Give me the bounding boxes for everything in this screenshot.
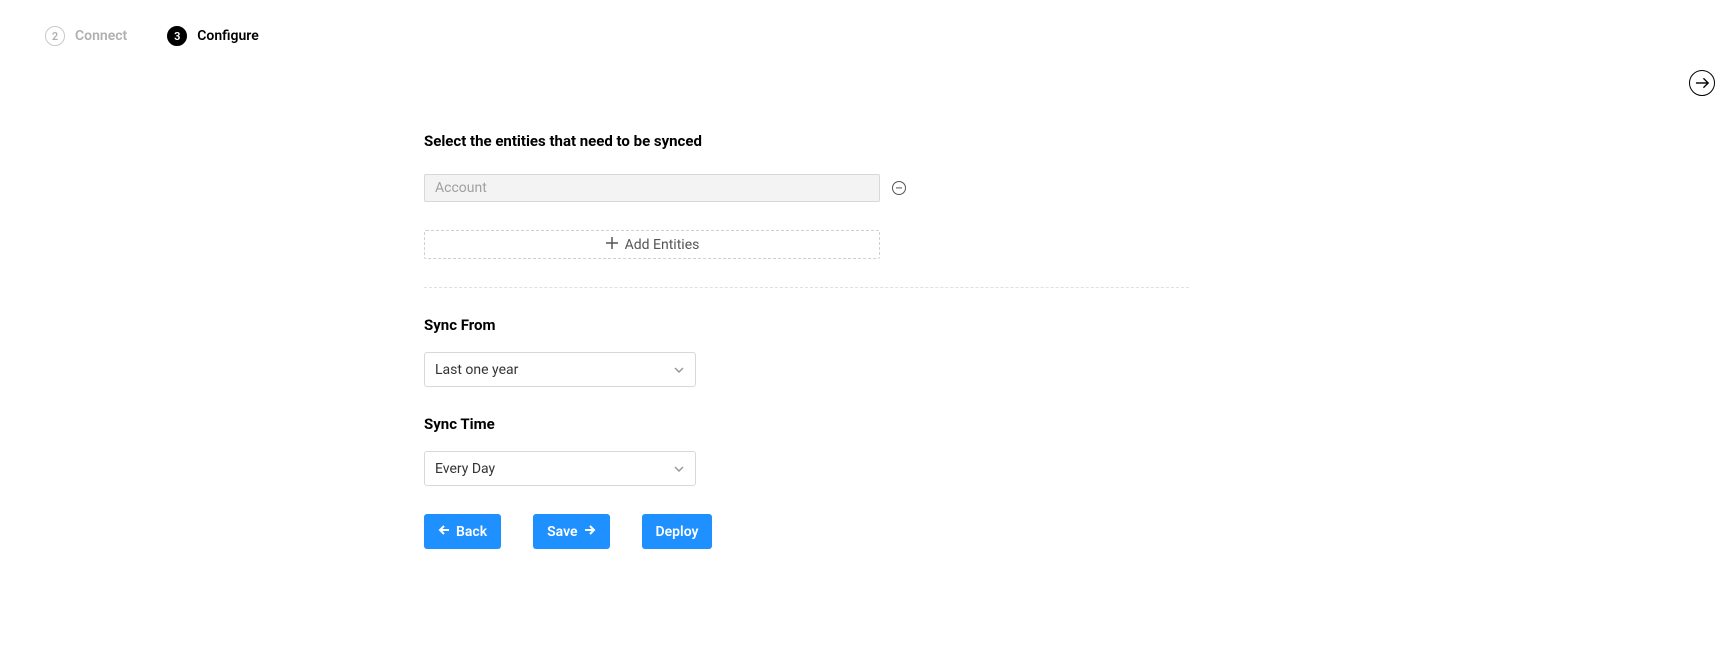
sync-time-value: Every Day: [435, 461, 495, 477]
arrow-right-icon: [1695, 74, 1710, 93]
step-number-3: 3: [167, 26, 187, 46]
sync-from-label: Sync From: [424, 316, 1189, 334]
save-label: Save: [547, 524, 577, 540]
stepper: 2 Connect 3 Configure: [0, 0, 1727, 46]
next-step-button[interactable]: [1689, 70, 1715, 96]
add-entities-button[interactable]: Add Entities: [424, 230, 880, 259]
sync-from-select[interactable]: Last one year: [424, 352, 696, 387]
back-button[interactable]: Back: [424, 514, 501, 549]
button-row: Back Save Deploy: [424, 514, 1189, 549]
sync-time-select[interactable]: Every Day: [424, 451, 696, 486]
add-entities-label: Add Entities: [625, 237, 700, 253]
sync-time-select-wrap: Every Day: [424, 451, 696, 486]
step-number-2: 2: [45, 26, 65, 46]
configure-form: Select the entities that need to be sync…: [424, 132, 1189, 549]
sync-from-value: Last one year: [435, 362, 518, 378]
sync-from-select-wrap: Last one year: [424, 352, 696, 387]
deploy-label: Deploy: [656, 524, 699, 540]
back-label: Back: [456, 524, 487, 540]
remove-entity-button[interactable]: [892, 181, 906, 195]
step-label-configure: Configure: [197, 28, 258, 44]
divider: [424, 287, 1189, 288]
sync-time-label: Sync Time: [424, 415, 1189, 433]
entity-input[interactable]: [424, 174, 880, 202]
step-label-connect: Connect: [75, 28, 127, 44]
entity-row: [424, 174, 1189, 202]
entities-heading: Select the entities that need to be sync…: [424, 132, 1189, 150]
arrow-right-icon: [584, 524, 596, 540]
deploy-button[interactable]: Deploy: [642, 514, 713, 549]
step-connect[interactable]: 2 Connect: [45, 26, 127, 46]
arrow-left-icon: [438, 524, 450, 540]
step-configure[interactable]: 3 Configure: [167, 26, 258, 46]
plus-icon: [605, 236, 619, 254]
save-button[interactable]: Save: [533, 514, 609, 549]
